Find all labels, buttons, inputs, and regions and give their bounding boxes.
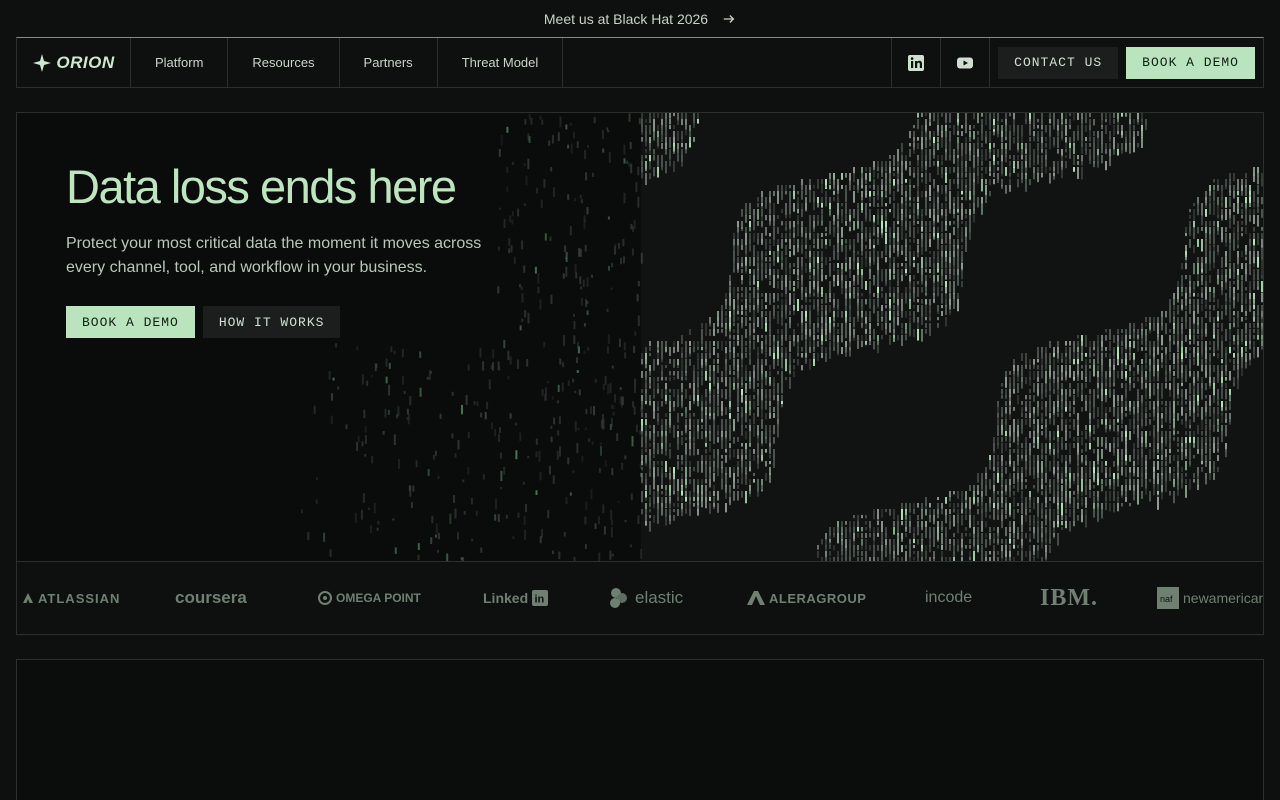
linkedin-in-icon: in (532, 590, 549, 606)
youtube-icon (957, 57, 974, 68)
nav-item-resources[interactable]: Resources (228, 38, 340, 87)
announcement-bar[interactable]: Meet us at Black Hat 2026 (0, 0, 1280, 37)
customer-logos-strip: ATLASSIAN coursera OMEGA POINT Linked in… (16, 561, 1264, 635)
customer-logo-coursera: coursera (175, 588, 247, 607)
hero-section: Data loss ends here Protect your most cr… (16, 112, 1264, 562)
main-nav: ORION Platform Resources Partners Threat… (16, 37, 1264, 88)
hero-content: Data loss ends here Protect your most cr… (66, 161, 506, 338)
customer-logo-linkedin: Linked in (483, 585, 549, 611)
linkedin-icon (908, 54, 925, 71)
hero-book-demo-button[interactable]: BOOK A DEMO (66, 306, 195, 338)
brand-logo[interactable]: ORION (17, 38, 131, 87)
nav-item-platform[interactable]: Platform (131, 38, 229, 87)
hero-title: Data loss ends here (66, 160, 457, 213)
hero-subtitle: Protect your most critical data the mome… (66, 235, 482, 276)
alera-mark-icon (747, 591, 765, 605)
customer-logo-elastic: elastic (607, 585, 683, 611)
orion-star-icon (33, 53, 52, 72)
omega-point-mark-icon (318, 591, 332, 605)
elastic-mark-icon (610, 588, 627, 608)
youtube-link[interactable] (940, 38, 989, 87)
nav-item-threat-model[interactable]: Threat Model (438, 38, 564, 87)
nav-cta-group: CONTACT US BOOK A DEMO (989, 38, 1263, 87)
customer-logo-omega-point: OMEGA POINT (318, 585, 421, 611)
how-it-works-button[interactable]: HOW IT WORKS (202, 306, 341, 338)
hero-buttons: BOOK A DEMO HOW IT WORKS (66, 306, 506, 338)
customer-logo-aleragroup: ALERAGROUP (747, 585, 866, 611)
brand-name: ORION (56, 52, 115, 72)
contact-us-button[interactable]: CONTACT US (998, 46, 1119, 79)
atlassian-mark-icon (23, 593, 33, 603)
announcement-text: Meet us at Black Hat 2026 (543, 10, 709, 27)
customer-logo-atlassian: ATLASSIAN (22, 585, 120, 611)
nav-item-partners[interactable]: Partners (340, 38, 438, 87)
nav-book-demo-button[interactable]: BOOK A DEMO (1126, 46, 1255, 79)
content-panel (16, 659, 1264, 800)
arrow-right-icon (723, 14, 735, 23)
customer-logo-ibm: IBM. (1040, 584, 1098, 611)
naf-mark-icon: naf (1157, 587, 1179, 609)
customer-logo-incode: incode (925, 589, 973, 606)
linkedin-link[interactable] (891, 38, 940, 87)
customer-logo-new-american: naf newamerican (1157, 585, 1263, 611)
